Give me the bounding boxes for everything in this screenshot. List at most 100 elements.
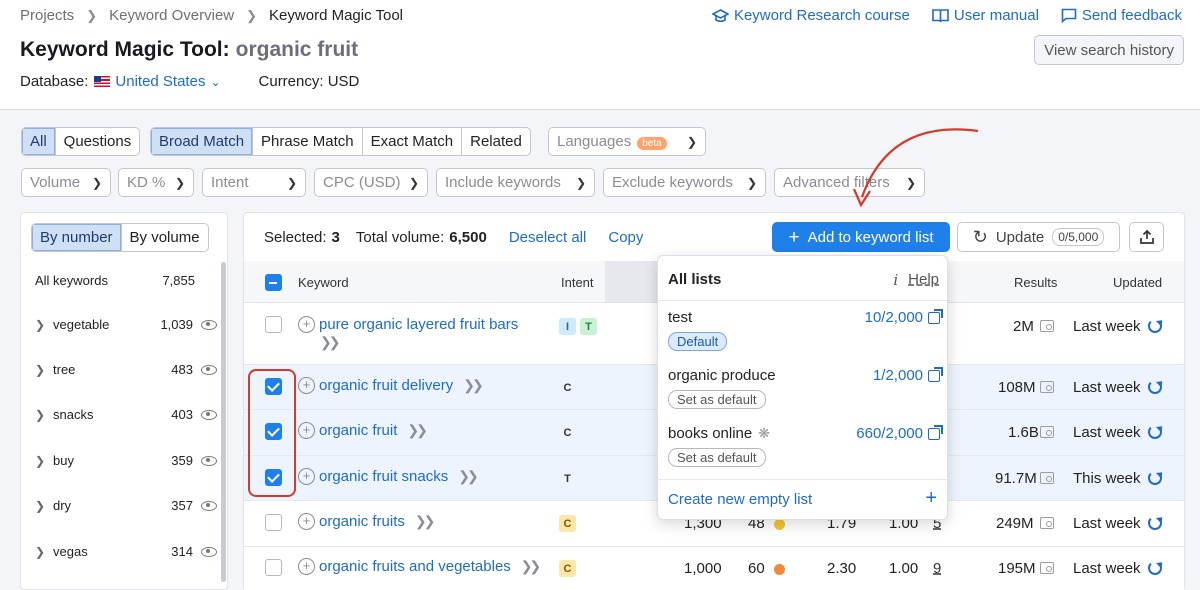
tab-all[interactable]: All <box>22 128 56 155</box>
add-keyword-icon[interactable]: + <box>298 558 315 575</box>
add-keyword-icon[interactable]: + <box>298 513 315 530</box>
add-keyword-icon[interactable]: + <box>298 377 315 394</box>
top-links: Keyword Research course User manual Send… <box>711 7 1182 24</box>
select-all-checkbox[interactable] <box>265 274 282 291</box>
list-item-test[interactable]: test 10/2,000 Default <box>668 308 943 351</box>
double-chevron-icon[interactable]: ❯❯ <box>521 558 542 575</box>
serp-icon[interactable] <box>1040 517 1054 529</box>
add-keyword-icon[interactable]: + <box>298 422 315 439</box>
list-count[interactable]: 10/2,000 <box>865 309 923 326</box>
update-button[interactable]: ↻ Update 0/5,000 <box>957 222 1120 252</box>
serp-icon[interactable] <box>1040 381 1054 393</box>
list-count[interactable]: 660/2,000 <box>856 425 923 442</box>
by-number-button[interactable]: By number <box>32 224 122 251</box>
kd-filter[interactable]: KD % ❯ <box>118 168 194 197</box>
manual-link[interactable]: User manual <box>932 7 1039 24</box>
list-count[interactable]: 1/2,000 <box>873 367 923 384</box>
sidebar-item-buy[interactable]: ❯ buy 359 <box>35 453 217 468</box>
sidebar-item-tree[interactable]: ❯ tree 483 <box>35 362 217 377</box>
tab-questions[interactable]: Questions <box>56 128 140 155</box>
help-link[interactable]: i Help <box>893 271 939 289</box>
table-row[interactable]: + organic fruits and vegetables ❯❯ C 1,0… <box>244 547 1184 590</box>
serp-icon[interactable] <box>1040 320 1054 332</box>
external-link-icon[interactable] <box>928 424 943 440</box>
refresh-icon[interactable] <box>1148 380 1162 394</box>
row-checkbox[interactable] <box>265 316 282 333</box>
languages-dropdown[interactable]: Languages beta ❯ <box>548 127 706 156</box>
serp-icon[interactable] <box>1040 426 1054 438</box>
eye-icon[interactable] <box>201 319 217 330</box>
external-link-icon[interactable] <box>928 366 943 382</box>
keyword-link[interactable]: organic fruit snacks <box>319 468 448 485</box>
eye-icon[interactable] <box>201 500 217 511</box>
results-column-header[interactable]: Results <box>1014 275 1057 290</box>
refresh-icon[interactable] <box>1148 561 1162 575</box>
double-chevron-icon[interactable]: ❯❯ <box>463 377 484 394</box>
list-item-organic-produce[interactable]: organic produce 1/2,000 Set as default <box>668 366 943 409</box>
eye-icon[interactable] <box>201 455 217 466</box>
sidebar-scrollbar[interactable] <box>221 262 226 582</box>
keyword-link[interactable]: organic fruits and vegetables <box>319 558 511 575</box>
sidebar-item-vegas[interactable]: ❯ vegas 314 <box>35 544 217 559</box>
double-chevron-icon[interactable]: ❯❯ <box>458 468 479 485</box>
refresh-icon[interactable] <box>1148 319 1162 333</box>
volume-filter[interactable]: Volume ❯ <box>21 168 111 197</box>
refresh-icon[interactable] <box>1148 471 1162 485</box>
database-selector[interactable]: United States ⌄ <box>94 73 221 90</box>
export-button[interactable] <box>1129 222 1164 252</box>
feedback-link[interactable]: Send feedback <box>1061 7 1182 24</box>
include-keywords-filter[interactable]: Include keywords ❯ <box>436 168 595 197</box>
view-search-history-button[interactable]: View search history <box>1034 35 1184 65</box>
sidebar-item-dry[interactable]: ❯ dry 357 <box>35 498 217 513</box>
copy-link[interactable]: Copy <box>608 229 643 246</box>
refresh-icon[interactable] <box>1148 516 1162 530</box>
list-item-books-online[interactable]: books online ❋ 660/2,000 Set as default <box>668 424 943 467</box>
set-as-default-button[interactable]: Set as default <box>668 390 766 409</box>
serp-icon[interactable] <box>1040 472 1054 484</box>
row-checkbox[interactable] <box>265 514 282 531</box>
keyword-link[interactable]: pure organic layered fruit bars <box>319 316 518 333</box>
breadcrumb-keyword-overview[interactable]: Keyword Overview <box>109 7 234 24</box>
course-link[interactable]: Keyword Research course <box>711 7 910 24</box>
sidebar-item-vegetable[interactable]: ❯ vegetable 1,039 <box>35 317 217 332</box>
refresh-icon[interactable] <box>1148 425 1162 439</box>
eye-icon[interactable] <box>201 364 217 375</box>
set-as-default-button[interactable]: Set as default <box>668 448 766 467</box>
updated-value: Last week <box>1073 379 1141 396</box>
deselect-all-link[interactable]: Deselect all <box>509 229 587 246</box>
double-chevron-icon[interactable]: ❯❯ <box>320 334 341 351</box>
double-chevron-icon[interactable]: ❯❯ <box>415 513 436 530</box>
keyword-column-header[interactable]: Keyword <box>298 275 349 290</box>
double-chevron-icon[interactable]: ❯❯ <box>407 422 428 439</box>
tab-related[interactable]: Related <box>462 128 530 155</box>
tab-broad-match[interactable]: Broad Match <box>151 128 254 155</box>
all-keywords-item[interactable]: All keywords 7,855 <box>35 273 195 288</box>
intent-column-header[interactable]: Intent <box>561 275 594 290</box>
serp-icon[interactable] <box>1040 562 1054 574</box>
create-new-list-link[interactable]: Create new empty list <box>668 491 812 508</box>
sidebar-toggle: By number By volume <box>31 223 209 252</box>
serp-features-value[interactable]: 9 <box>933 560 941 577</box>
tab-exact-match[interactable]: Exact Match <box>363 128 463 155</box>
sidebar-item-snacks[interactable]: ❯ snacks 403 <box>35 407 217 422</box>
page-title: Keyword Magic Tool: organic fruit <box>20 38 358 62</box>
add-keyword-icon[interactable]: + <box>298 468 315 485</box>
kd-difficulty-dot <box>774 564 785 575</box>
plus-icon[interactable]: + <box>925 487 937 510</box>
row-checkbox[interactable] <box>265 559 282 576</box>
add-to-keyword-list-button[interactable]: + Add to keyword list <box>772 222 950 252</box>
keyword-link[interactable]: organic fruit <box>319 422 397 439</box>
tab-phrase-match[interactable]: Phrase Match <box>253 128 363 155</box>
exclude-keywords-filter[interactable]: Exclude keywords ❯ <box>603 168 766 197</box>
add-keyword-icon[interactable]: + <box>298 316 315 333</box>
keyword-link[interactable]: organic fruit delivery <box>319 377 453 394</box>
eye-icon[interactable] <box>201 409 217 420</box>
breadcrumb-projects[interactable]: Projects <box>20 7 74 24</box>
updated-column-header[interactable]: Updated <box>1113 275 1162 290</box>
intent-filter[interactable]: Intent ❯ <box>202 168 306 197</box>
cpc-filter[interactable]: CPC (USD) ❯ <box>314 168 428 197</box>
eye-icon[interactable] <box>201 546 217 557</box>
external-link-icon[interactable] <box>928 308 943 324</box>
by-volume-button[interactable]: By volume <box>122 224 208 251</box>
keyword-link[interactable]: organic fruits <box>319 513 405 530</box>
